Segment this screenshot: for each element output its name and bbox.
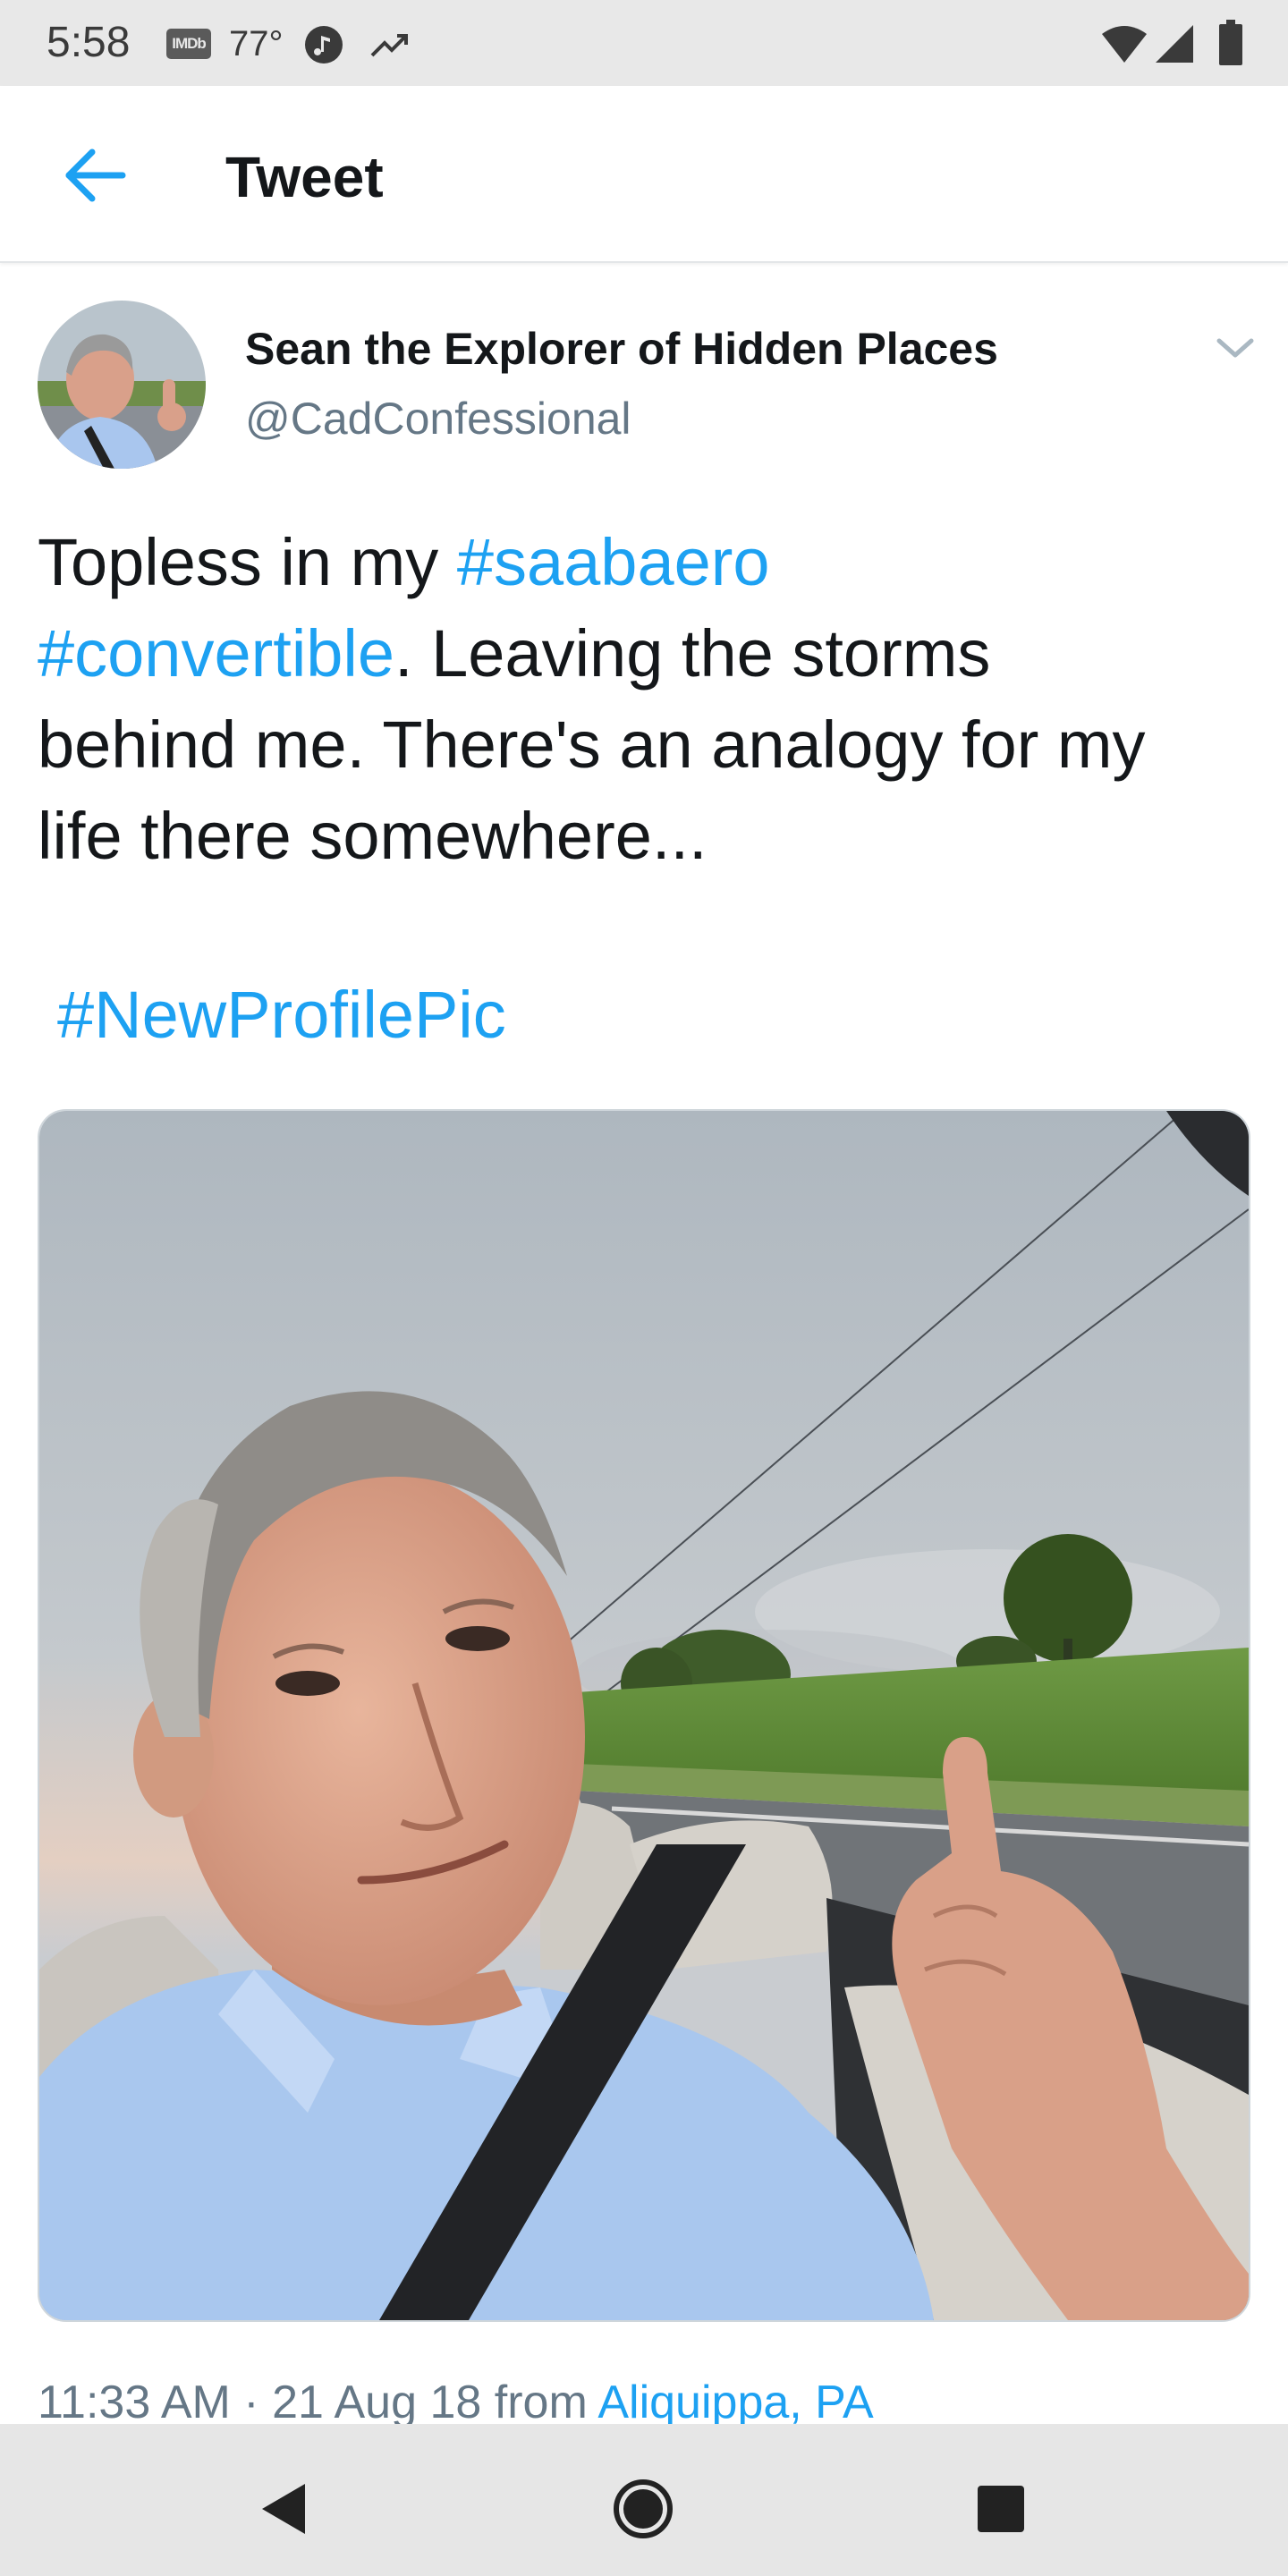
tweet-text-segment: Topless in my <box>38 525 457 599</box>
trending-icon <box>370 34 408 57</box>
tweet-text-line-4: life there somewhere... <box>38 799 708 873</box>
battery-icon <box>1219 20 1242 65</box>
selfie-photo-image <box>39 1111 1249 2320</box>
tweet-date: 21 Aug 18 <box>272 2377 482 2424</box>
tweet-text-line-2: #convertible. Leaving the storms <box>38 608 1263 699</box>
status-temperature: 77° <box>229 24 284 64</box>
cell-signal-icon <box>1156 25 1193 63</box>
hashtag-link-saabaero[interactable]: #saabaero <box>457 525 770 599</box>
tweet-photo[interactable] <box>38 1109 1250 2322</box>
app-header: Tweet <box>0 86 1288 263</box>
tweet-menu-button[interactable] <box>1204 326 1267 370</box>
nav-recents-icon <box>978 2486 1024 2532</box>
music-note-icon <box>305 26 343 64</box>
tweet-time: 11:33 AM <box>38 2377 231 2424</box>
tweet-text-segment: . Leaving the storms <box>394 616 991 691</box>
from-label: from <box>494 2377 588 2424</box>
nav-back-icon <box>262 2484 305 2534</box>
imdb-icon: IMDb <box>166 29 211 59</box>
nav-home-icon <box>614 2479 673 2538</box>
nav-home-button[interactable] <box>603 2469 683 2549</box>
page-title: Tweet <box>225 145 384 209</box>
avatar-image <box>38 301 206 469</box>
nav-recents-button[interactable] <box>961 2469 1041 2549</box>
tweet-text-line-3: behind me. There's an analogy for my <box>38 708 1146 782</box>
hashtag-link-newprofilepic[interactable]: #NewProfilePic <box>57 970 506 1061</box>
system-nav-bar <box>0 2424 1288 2576</box>
hashtag-link-convertible[interactable]: #convertible <box>38 616 394 691</box>
avatar[interactable] <box>38 301 206 469</box>
chevron-down-icon <box>1216 338 1254 358</box>
nav-back-button[interactable] <box>243 2469 324 2549</box>
tweet-text-line-1: Topless in my #saabaero <box>38 517 1263 608</box>
arrow-left-icon <box>65 148 126 202</box>
meta-separator: · <box>230 2377 273 2424</box>
tweet-detail-screen: 5:58 IMDb 77° Tweet Sean the Explorer of… <box>0 0 1288 2576</box>
back-button[interactable] <box>36 131 152 220</box>
status-bar: 5:58 IMDb 77° <box>0 0 1288 86</box>
tweet-meta: 11:33 AM · 21 Aug 18 from Aliquippa, PA <box>38 2374 874 2424</box>
tweet-location-link[interactable]: Aliquippa, PA <box>597 2377 873 2424</box>
wifi-icon <box>1102 26 1147 63</box>
status-time: 5:58 <box>47 19 131 66</box>
tweet-text: Topless in my #saabaero #convertible. Le… <box>38 517 1263 882</box>
author-handle[interactable]: @CadConfessional <box>245 392 631 445</box>
author-name[interactable]: Sean the Explorer of Hidden Places <box>245 322 998 376</box>
